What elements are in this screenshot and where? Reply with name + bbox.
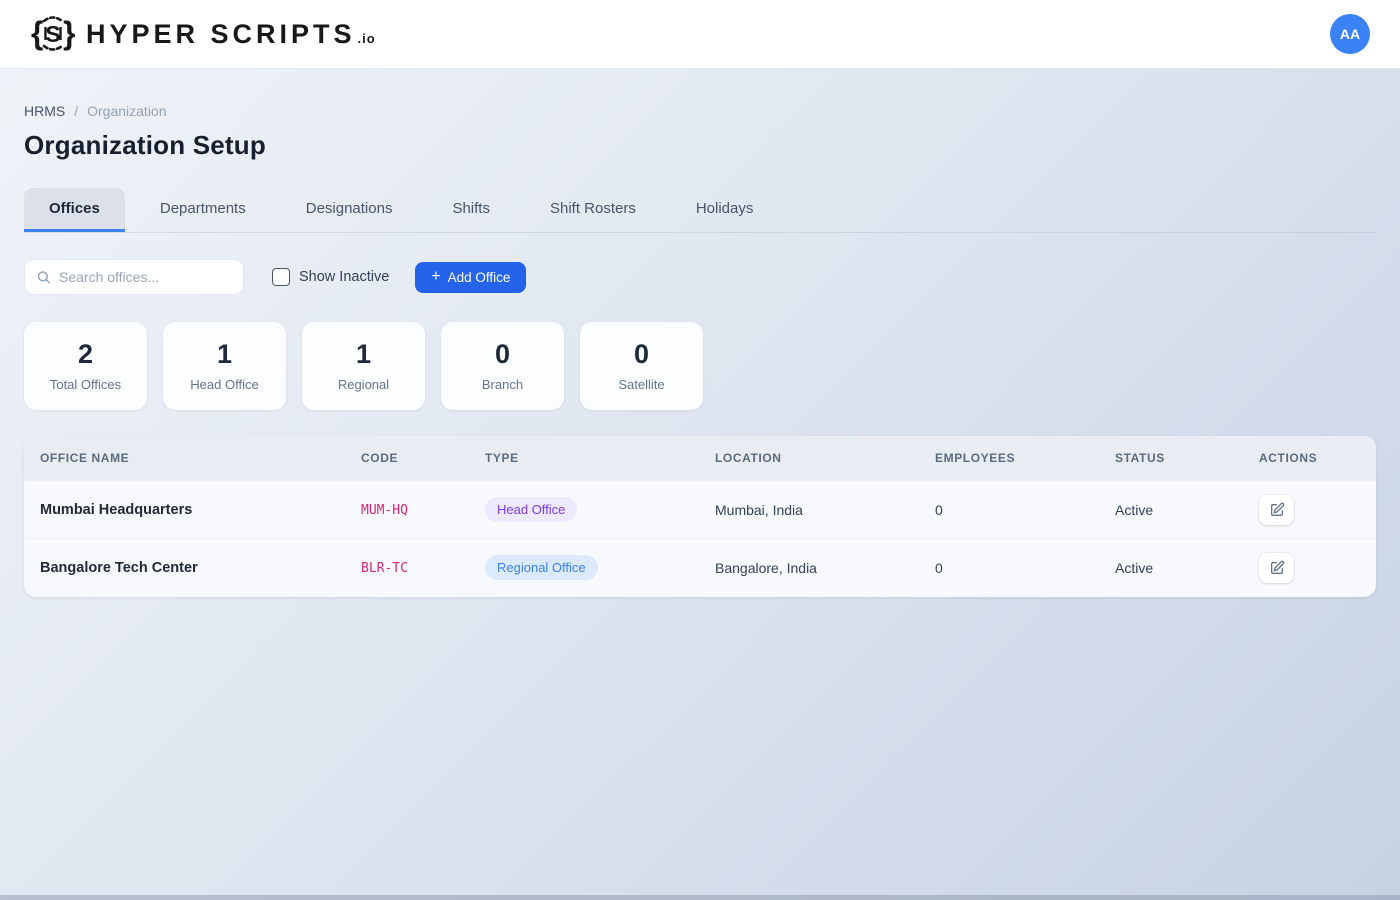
stat-label: Branch: [482, 377, 523, 392]
tab-shift-rosters[interactable]: Shift Rosters: [525, 188, 661, 232]
stat-total-offices: 2 Total Offices: [24, 322, 147, 410]
stat-value: 0: [495, 341, 510, 368]
add-office-button[interactable]: + Add Office: [415, 262, 526, 293]
search-wrap: [24, 259, 244, 295]
stat-value: 1: [217, 341, 232, 368]
col-actions: Actions: [1243, 436, 1376, 481]
stat-label: Head Office: [190, 377, 258, 392]
table-row: Bangalore Tech Center BLR-TC Regional Of…: [24, 539, 1376, 597]
office-name: Mumbai Headquarters: [40, 502, 192, 518]
tab-shifts[interactable]: Shifts: [427, 188, 515, 232]
page-title: Organization Setup: [24, 130, 1376, 161]
stat-value: 2: [78, 341, 93, 368]
stat-label: Total Offices: [50, 377, 121, 392]
office-code: BLR-TC: [361, 561, 408, 576]
brand-logo[interactable]: { } S HYPER SCRIPTS.io: [30, 13, 376, 55]
show-inactive-checkbox[interactable]: [272, 268, 290, 286]
plus-icon: +: [431, 269, 440, 285]
brand-logo-icon: { } S: [30, 13, 76, 55]
stat-label: Regional: [338, 377, 389, 392]
search-icon: [36, 270, 51, 285]
breadcrumb: HRMS / Organization: [24, 103, 1376, 119]
stat-regional: 1 Regional: [302, 322, 425, 410]
main-content: HRMS / Organization Organization Setup O…: [0, 103, 1400, 597]
breadcrumb-hrms[interactable]: HRMS: [24, 103, 65, 119]
breadcrumb-organization[interactable]: Organization: [87, 103, 166, 119]
tab-designations[interactable]: Designations: [281, 188, 418, 232]
edit-office-button[interactable]: [1259, 495, 1294, 525]
edit-icon: [1269, 560, 1285, 576]
office-location: Bangalore, India: [699, 539, 919, 597]
office-code: MUM-HQ: [361, 503, 408, 518]
col-location: Location: [699, 436, 919, 481]
col-type: Type: [469, 436, 699, 481]
tab-holidays[interactable]: Holidays: [671, 188, 779, 232]
horizontal-scrollbar[interactable]: [0, 895, 1400, 900]
svg-text:}: }: [63, 15, 75, 51]
svg-text:S: S: [45, 21, 60, 47]
show-inactive-label[interactable]: Show Inactive: [299, 269, 389, 285]
office-employees: 0: [919, 539, 1099, 597]
office-location: Mumbai, India: [699, 481, 919, 539]
status-badge: Active: [1099, 539, 1243, 597]
stat-satellite: 0 Satellite: [580, 322, 703, 410]
stat-branch: 0 Branch: [441, 322, 564, 410]
office-employees: 0: [919, 481, 1099, 539]
table-row: Mumbai Headquarters MUM-HQ Head Office M…: [24, 481, 1376, 539]
brand-suffix: .io: [358, 31, 376, 46]
type-badge: Head Office: [485, 497, 577, 522]
stat-value: 0: [634, 341, 649, 368]
add-office-label: Add Office: [448, 270, 511, 285]
offices-table: Office Name Code Type Location Employees…: [24, 436, 1376, 597]
show-inactive-group: Show Inactive: [272, 268, 389, 286]
tab-bar: Offices Departments Designations Shifts …: [24, 188, 1376, 233]
col-code: Code: [345, 436, 469, 481]
svg-text:{: {: [31, 15, 43, 51]
breadcrumb-separator: /: [74, 103, 78, 119]
avatar[interactable]: AA: [1330, 14, 1370, 54]
col-office-name: Office Name: [24, 436, 345, 481]
stat-value: 1: [356, 341, 371, 368]
top-header: { } S HYPER SCRIPTS.io AA: [0, 0, 1400, 69]
col-employees: Employees: [919, 436, 1099, 481]
stat-cards: 2 Total Offices 1 Head Office 1 Regional…: [24, 322, 1376, 410]
status-badge: Active: [1099, 481, 1243, 539]
type-badge: Regional Office: [485, 555, 598, 580]
stat-head-office: 1 Head Office: [163, 322, 286, 410]
office-name: Bangalore Tech Center: [40, 560, 198, 576]
stat-label: Satellite: [618, 377, 664, 392]
edit-icon: [1269, 502, 1285, 518]
search-input[interactable]: [24, 259, 244, 295]
tab-offices[interactable]: Offices: [24, 188, 125, 232]
edit-office-button[interactable]: [1259, 553, 1294, 583]
table-header-row: Office Name Code Type Location Employees…: [24, 436, 1376, 481]
col-status: Status: [1099, 436, 1243, 481]
brand-name: HYPER SCRIPTS: [86, 19, 356, 49]
controls-row: Show Inactive + Add Office: [24, 259, 1376, 295]
tab-departments[interactable]: Departments: [135, 188, 271, 232]
